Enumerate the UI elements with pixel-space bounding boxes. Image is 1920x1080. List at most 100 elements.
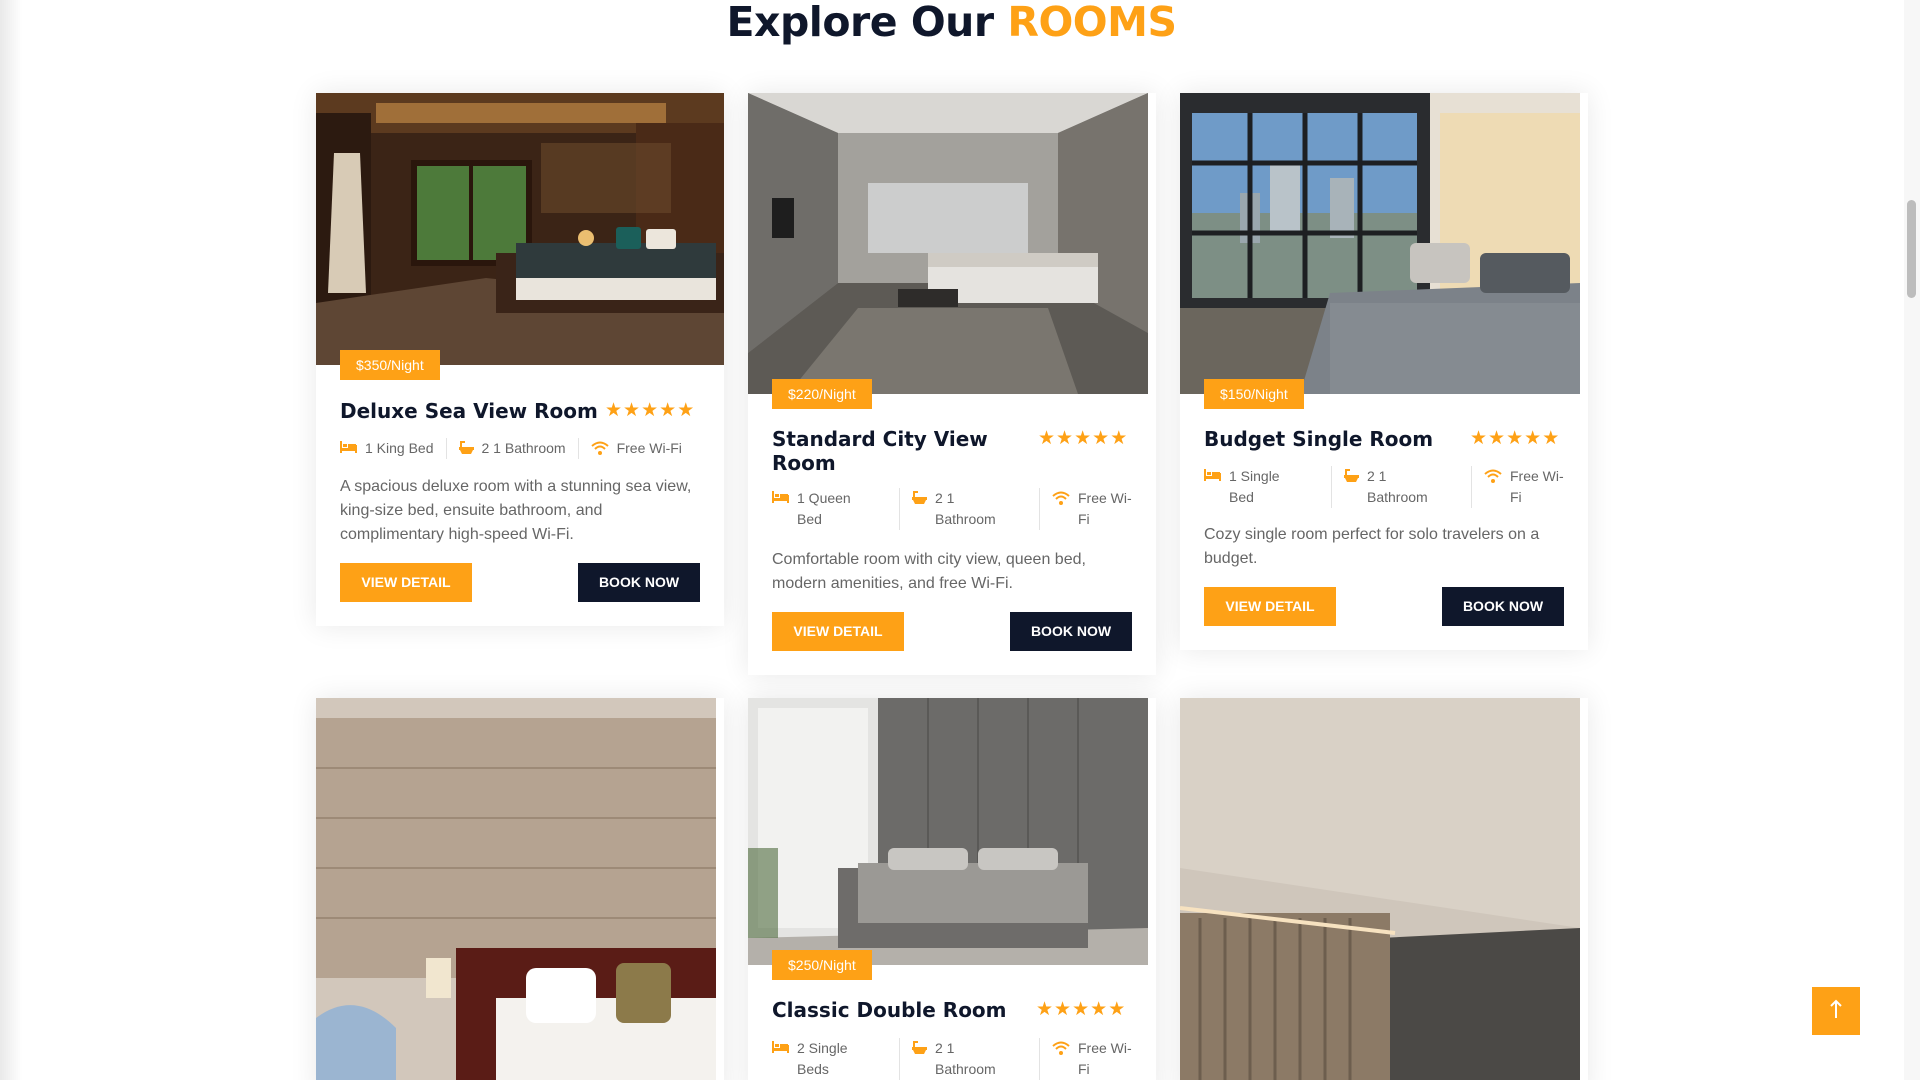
bath-icon — [458, 438, 474, 454]
star-icon: ★ — [1108, 999, 1127, 1020]
page-edge-shade — [0, 0, 22, 1080]
amenity-bath: 2 1 Bathroom — [458, 438, 579, 459]
room-amenities: 1 Queen Bed 2 1 Bathroom Free Wi-Fi — [772, 488, 1134, 530]
room-card-deluxe: $350/Night Deluxe Sea View Room ★★★★★ 1 … — [316, 93, 724, 626]
room-description: Comfortable room with city view, queen b… — [772, 551, 1086, 592]
scrollbar-thumb[interactable] — [1907, 200, 1916, 298]
bed-icon — [772, 488, 789, 503]
room-image-standard[interactable] — [748, 93, 1148, 394]
amenity-text: 1 King Bed — [365, 440, 434, 456]
bath-icon — [912, 1038, 927, 1054]
room-card-budget: $150/Night Budget Single Room ★★★★★ 1 Si… — [1180, 93, 1588, 650]
star-icon: ★ — [677, 400, 696, 421]
section-title: Explore Our ROOMS — [0, 0, 1903, 44]
room-card-bottom-left — [316, 698, 724, 1080]
amenity-bed: 1 King Bed — [340, 438, 447, 459]
room-amenities: 1 Single Bed 2 1 Bathroom Free Wi-Fi — [1204, 466, 1566, 508]
amenity-text: 2 1 Bathroom — [935, 1040, 996, 1077]
amenity-text: Free Wi-Fi — [1078, 490, 1132, 527]
star-icon: ★ — [1038, 428, 1057, 449]
room-title: Budget Single Room — [1204, 427, 1434, 451]
star-icon: ★ — [1488, 428, 1507, 449]
amenity-text: Free Wi-Fi — [1078, 1040, 1132, 1077]
star-icon: ★ — [1092, 428, 1111, 449]
star-icon: ★ — [1054, 999, 1073, 1020]
amenity-text: 2 1 Bathroom — [1367, 468, 1428, 505]
book-now-button[interactable]: BOOK NOW — [1010, 612, 1132, 651]
star-icon: ★ — [1110, 428, 1129, 449]
amenity-wifi: Free Wi-Fi — [1052, 488, 1134, 530]
view-detail-button[interactable]: VIEW DETAIL — [1204, 587, 1336, 626]
arrow-up-icon — [1829, 999, 1843, 1024]
book-now-button[interactable]: BOOK NOW — [1442, 587, 1564, 626]
star-icon: ★ — [623, 400, 642, 421]
view-detail-button[interactable]: VIEW DETAIL — [340, 563, 472, 602]
section-title-accent: ROOMS — [1007, 0, 1177, 46]
amenity-text: 2 1 Bathroom — [481, 440, 566, 456]
scrollbar-track[interactable] — [1904, 0, 1920, 1080]
wifi-icon — [1052, 488, 1070, 505]
bed-icon — [1204, 466, 1221, 481]
amenity-text: Free Wi-Fi — [616, 440, 682, 456]
star-icon: ★ — [1090, 999, 1109, 1020]
room-amenities: 2 Single Beds 2 1 Bathroom Free Wi-Fi — [772, 1038, 1134, 1080]
amenity-bath: 2 1 Bathroom — [912, 1038, 1040, 1080]
wifi-icon — [590, 438, 609, 455]
amenity-wifi: Free Wi-Fi — [1052, 1038, 1134, 1080]
star-icon: ★ — [605, 400, 624, 421]
room-title: Classic Double Room — [772, 998, 1007, 1022]
amenity-bath: 2 1 Bathroom — [1344, 466, 1472, 508]
bed-icon — [772, 1038, 789, 1053]
bath-icon — [1344, 466, 1359, 482]
star-icon: ★ — [1036, 999, 1055, 1020]
view-detail-button[interactable]: VIEW DETAIL — [772, 612, 904, 651]
rating-stars: ★★★★★ — [1036, 998, 1146, 1022]
room-description: Cozy single room perfect for solo travel… — [1204, 526, 1540, 567]
rating-stars: ★★★★★ — [1470, 427, 1580, 451]
rating-stars: ★★★★★ — [1038, 427, 1133, 451]
bed-icon — [340, 438, 357, 453]
star-icon: ★ — [1542, 428, 1561, 449]
room-card-bottom-right — [1180, 698, 1588, 1080]
room-card-classic: $250/Night Classic Double Room ★★★★★ 2 S… — [748, 698, 1156, 1080]
amenity-bed: 1 Single Bed — [1204, 466, 1332, 508]
room-description: A spacious deluxe room with a stunning s… — [340, 478, 692, 543]
amenity-bed: 1 Queen Bed — [772, 488, 900, 530]
star-icon: ★ — [1074, 428, 1093, 449]
star-icon: ★ — [1072, 999, 1091, 1020]
star-icon: ★ — [1470, 428, 1489, 449]
room-image-bottom-left[interactable] — [316, 698, 716, 1080]
wifi-icon — [1484, 466, 1502, 483]
room-image-budget[interactable] — [1180, 93, 1580, 394]
bath-icon — [912, 488, 927, 504]
price-badge: $250/Night — [772, 950, 872, 980]
back-to-top-button[interactable] — [1812, 987, 1860, 1035]
section-title-prefix: Explore Our — [726, 0, 995, 46]
room-image-deluxe[interactable] — [316, 93, 724, 365]
room-amenities: 1 King Bed 2 1 Bathroom Free Wi-Fi — [340, 438, 700, 459]
star-icon: ★ — [659, 400, 678, 421]
amenity-text: 1 Queen Bed — [797, 490, 851, 527]
rating-stars: ★★★★★ — [605, 399, 715, 423]
room-title: Standard City View Room — [772, 427, 988, 475]
price-badge: $150/Night — [1204, 379, 1304, 409]
amenity-text: 2 Single Beds — [797, 1040, 848, 1077]
amenity-bath: 2 1 Bathroom — [912, 488, 1040, 530]
amenity-text: 1 Single Bed — [1229, 468, 1280, 505]
wifi-icon — [1052, 1038, 1070, 1055]
price-badge: $220/Night — [772, 379, 872, 409]
room-image-bottom-right[interactable] — [1180, 698, 1580, 1080]
amenity-wifi: Free Wi-Fi — [590, 438, 682, 459]
star-icon: ★ — [1506, 428, 1525, 449]
room-card-standard: $220/Night Standard City View Room ★★★★★… — [748, 93, 1156, 675]
amenity-wifi: Free Wi-Fi — [1484, 466, 1566, 508]
star-icon: ★ — [1524, 428, 1543, 449]
amenity-bed: 2 Single Beds — [772, 1038, 900, 1080]
amenity-text: Free Wi-Fi — [1510, 468, 1564, 505]
room-image-classic[interactable] — [748, 698, 1148, 965]
room-title: Deluxe Sea View Room — [340, 399, 598, 423]
star-icon: ★ — [641, 400, 660, 421]
star-icon: ★ — [1056, 428, 1075, 449]
amenity-text: 2 1 Bathroom — [935, 490, 996, 527]
book-now-button[interactable]: BOOK NOW — [578, 563, 700, 602]
